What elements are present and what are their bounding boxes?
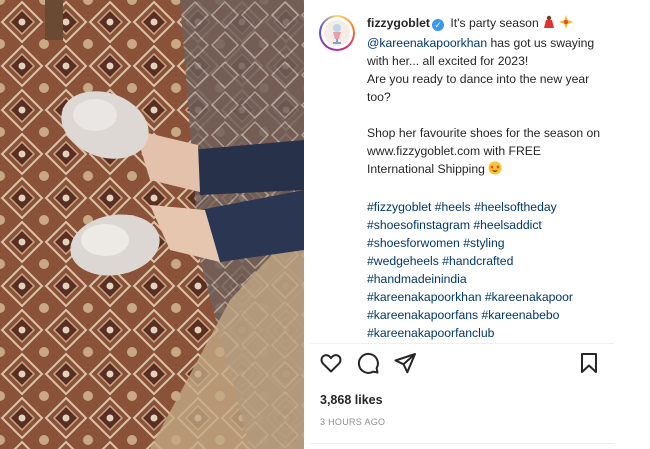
- hashtag-link[interactable]: #kareenakapoorkhan: [367, 290, 482, 304]
- star-struck-emoji: [488, 161, 502, 180]
- post-details-panel: fizzygoblet ✓ It's party season @kareenak…: [310, 0, 650, 449]
- avatar[interactable]: [319, 15, 355, 51]
- sparkle-burst-emoji: [558, 15, 573, 34]
- hashtag-line: #handmadeinindia: [367, 270, 607, 288]
- hashtag-line: #fizzygoblet #heels #heelsoftheday: [367, 198, 607, 216]
- hashtag-link[interactable]: #shoesofinstagram: [367, 218, 470, 232]
- caption-scroll-area[interactable]: fizzygoblet ✓ It's party season @kareenak…: [310, 0, 610, 343]
- post-actions: [310, 350, 610, 380]
- hashtag-link[interactable]: #wedgeheels: [367, 254, 439, 268]
- caption-question: Are you ready to dance into the new year…: [367, 72, 590, 104]
- hashtag-link[interactable]: #heelsaddict: [473, 218, 541, 232]
- post-timestamp[interactable]: 3 HOURS AGO: [320, 417, 385, 427]
- instagram-post: fizzygoblet ✓ It's party season @kareenak…: [0, 0, 650, 449]
- hashtag-link[interactable]: #heels: [435, 200, 471, 214]
- divider: [310, 443, 614, 444]
- hashtag-line: #kareenakapoorfans #kareenabebo: [367, 306, 607, 324]
- hashtag-line: #kareenakapoorfanclub: [367, 324, 607, 342]
- shop-text: Shop her favourite shoes for the season …: [367, 126, 601, 176]
- like-count[interactable]: 3,868 likes: [320, 393, 383, 407]
- hashtag-line: #shoesforwomen #styling: [367, 234, 607, 252]
- heart-icon: [320, 354, 342, 373]
- hashtag-link[interactable]: #heelsoftheday: [474, 200, 557, 214]
- hashtag-link[interactable]: #kareenabebo: [482, 308, 560, 322]
- caption-scrollbar[interactable]: [613, 8, 617, 333]
- hashtag-line: #kareenakapoorkhan #kareenakapoor: [367, 288, 607, 306]
- post-video[interactable]: [0, 0, 304, 449]
- mention-link[interactable]: @kareenakapoorkhan: [367, 36, 487, 50]
- caption-mention-line: @kareenakapoorkhan has got us swaying wi…: [367, 34, 607, 70]
- rug-and-shoes-image: [0, 0, 304, 449]
- save-button[interactable]: [576, 350, 602, 376]
- bookmark-icon: [581, 353, 597, 373]
- verified-badge-icon: ✓: [431, 19, 444, 31]
- hashtag-link[interactable]: #kareenakapoor: [485, 290, 573, 304]
- caption-first-line: fizzygoblet ✓ It's party season: [367, 14, 607, 34]
- avatar-ring-inner: [321, 17, 353, 49]
- caption-shop-line: Shop her favourite shoes for the season …: [367, 124, 607, 180]
- divider: [310, 343, 614, 344]
- send-icon: [394, 353, 416, 374]
- hashtag-link[interactable]: #kareenakapoorfanclub: [367, 326, 494, 340]
- comment-icon: [357, 352, 379, 374]
- hashtag-link[interactable]: #styling: [463, 236, 504, 250]
- goblet-logo-icon: [324, 20, 350, 46]
- hashtag-link[interactable]: #shoesforwomen: [367, 236, 460, 250]
- hashtag-line: #wedgeheels #handcrafted: [367, 252, 607, 270]
- hashtag-link[interactable]: #kareenakapoorfans: [367, 308, 478, 322]
- caption-text: fizzygoblet ✓ It's party season @kareenak…: [367, 14, 607, 342]
- share-button[interactable]: [392, 350, 418, 376]
- hashtag-link[interactable]: #fizzygoblet: [367, 200, 431, 214]
- hashtag-link[interactable]: #handmadeinindia: [367, 272, 467, 286]
- hashtag-line: #shoesofinstagram #heelsaddict: [367, 216, 607, 234]
- avatar-image: [324, 20, 350, 46]
- dancer-emoji: [542, 15, 555, 34]
- like-button[interactable]: [318, 350, 344, 376]
- comment-button[interactable]: [355, 350, 381, 376]
- caption-intro: It's party season: [450, 16, 539, 30]
- hashtag-link[interactable]: #handcrafted: [442, 254, 513, 268]
- username-link[interactable]: fizzygoblet: [367, 16, 430, 30]
